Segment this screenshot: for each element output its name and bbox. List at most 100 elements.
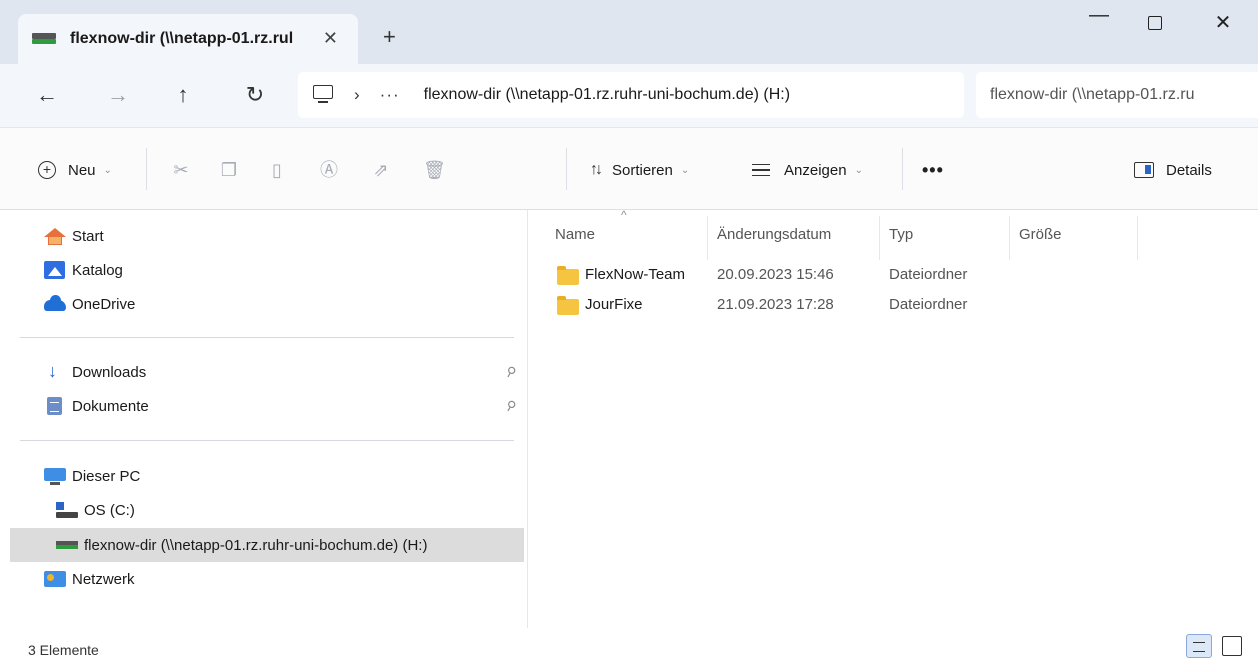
minimize-button[interactable]: — [1084,4,1114,27]
new-tab-button[interactable]: + [383,24,396,50]
nav-item-documents[interactable]: Dokumente [44,392,149,420]
column-separator[interactable] [707,216,708,260]
item-count: 3 Elemente [28,642,99,658]
search-input[interactable]: flexnow-dir (\\netapp-01.rz.ru [976,72,1258,118]
details-label: Details [1166,161,1212,179]
chevron-down-icon: ⌄ [854,164,863,176]
column-separator[interactable] [879,216,880,260]
delete-icon[interactable]: 🗑 [423,160,446,182]
folder-icon [557,266,579,285]
column-separator[interactable] [1137,216,1138,260]
file-type: Dateiordner [889,266,968,283]
status-bar: 3 Elemente [0,628,1258,663]
pin-icon[interactable]: ⚲ [503,397,519,416]
close-window-button[interactable]: ✕ [1208,10,1238,35]
column-header-modified[interactable]: Änderungsdatum [717,226,831,243]
os-drive-icon [56,500,78,520]
details-pane-icon [1134,162,1154,178]
nav-label: Start [72,227,104,245]
nav-label: Downloads [72,363,147,381]
network-drive-icon [56,535,78,555]
nav-item-network-drive[interactable]: flexnow-dir (\\netapp-01.rz.ruhr-uni-boc… [56,531,427,559]
search-placeholder: flexnow-dir (\\netapp-01.rz.ru [990,86,1195,103]
back-button[interactable]: ← [32,82,62,108]
nav-label: Dokumente [72,397,149,415]
forward-button[interactable]: → [103,82,133,108]
sort-button[interactable]: ↑↓ Sortieren ⌄ [590,154,689,186]
breadcrumb-path[interactable]: flexnow-dir (\\netapp-01.rz.ruhr-uni-boc… [424,86,790,104]
view-lines-icon [752,164,770,176]
nav-item-this-pc[interactable]: Dieser PC [44,462,140,490]
document-icon [44,396,66,416]
computer-icon [44,466,66,486]
home-icon [44,226,66,246]
column-separator[interactable] [1009,216,1010,260]
address-bar[interactable]: › ··· flexnow-dir (\\netapp-01.rz.ruhr-u… [298,72,964,118]
nav-item-onedrive[interactable]: OneDrive [44,290,135,318]
tab-flexnow-dir[interactable]: flexnow-dir (\\netapp-01.rz.rul ✕ [18,14,358,64]
nav-item-downloads[interactable]: ↓ Downloads [44,358,146,386]
chevron-down-icon: ⌄ [680,164,690,176]
up-button[interactable]: ↑ [168,82,198,108]
rename-icon[interactable]: Ⓐ [318,160,340,182]
toolbar-divider [902,148,903,190]
chevron-down-icon: ⌄ [103,164,112,176]
gallery-icon [44,260,66,280]
sort-label: Sortieren [612,161,673,179]
network-drive-icon [32,33,56,45]
nav-item-gallery[interactable]: Katalog [44,256,123,284]
table-row[interactable]: JourFixe 21.09.2023 17:28 Dateiordner [529,291,1258,321]
title-bar: flexnow-dir (\\netapp-01.rz.rul ✕ + — ✕ [0,0,1258,64]
file-name: JourFixe [585,296,643,313]
nav-item-home[interactable]: Start [44,222,104,250]
pin-icon[interactable]: ⚲ [503,363,519,382]
nav-item-os-drive[interactable]: OS (C:) [56,496,135,524]
tab-close-icon[interactable]: ✕ [323,28,338,49]
tab-title: flexnow-dir (\\netapp-01.rz.rul [70,30,294,47]
refresh-button[interactable]: ↻ [240,82,270,108]
breadcrumb-chevron-icon[interactable]: › [354,85,360,105]
details-button[interactable]: Details [1134,154,1212,186]
folder-icon [557,296,579,315]
nav-divider [20,440,514,441]
command-bar: + Neu ⌄ ✂ ❐ ▯ Ⓐ ⇗ 🗑 ↑↓ Sortieren ⌄ Anzei… [0,128,1258,210]
column-header-type[interactable]: Typ [889,226,913,243]
nav-label: Netzwerk [72,570,135,588]
plus-circle-icon: + [38,161,56,179]
new-button[interactable]: + Neu ⌄ [38,154,112,186]
file-modified: 21.09.2023 17:28 [717,296,834,313]
details-view-toggle[interactable] [1186,634,1212,658]
maximize-icon [1148,16,1162,30]
share-icon[interactable]: ⇗ [370,160,392,182]
sort-ascending-icon: ^ [621,208,627,222]
toolbar-divider [146,148,147,190]
view-label: Anzeigen [784,161,847,179]
copy-icon[interactable]: ❐ [218,160,240,182]
monitor-icon [312,85,334,105]
navigation-pane: Start Katalog OneDrive ↓ Downloads ⚲ Dok… [0,210,528,628]
maximize-button[interactable] [1140,10,1170,36]
nav-label: OS (C:) [84,501,135,519]
column-header-size[interactable]: Größe [1019,226,1062,243]
view-button[interactable]: Anzeigen ⌄ [752,154,863,186]
address-row: ← → ↑ ↻ › ··· flexnow-dir (\\netapp-01.r… [0,64,1258,128]
column-header-name[interactable]: Name [555,226,595,243]
nav-label: OneDrive [72,295,136,313]
tiles-view-toggle[interactable] [1222,636,1242,656]
file-modified: 20.09.2023 15:46 [717,266,834,283]
cloud-icon [44,294,66,314]
more-options-button[interactable]: ••• [922,154,944,186]
sort-icon: ↑↓ [590,161,603,178]
paste-icon[interactable]: ▯ [266,160,288,182]
new-label: Neu [68,161,96,179]
table-row[interactable]: FlexNow-Team 20.09.2023 15:46 Dateiordne… [529,261,1258,291]
file-name: FlexNow-Team [585,266,686,283]
breadcrumb-more-button[interactable]: ··· [380,85,400,105]
nav-label: flexnow-dir (\\netapp-01.rz.ruhr-uni-boc… [84,536,428,554]
file-list: ^ Name Änderungsdatum Typ Größe FlexNow-… [529,208,1258,628]
nav-item-network[interactable]: Netzwerk [44,565,135,593]
cut-icon[interactable]: ✂ [170,160,192,182]
nav-label: Dieser PC [72,467,141,485]
toolbar-divider [566,148,567,190]
network-icon [44,569,66,589]
